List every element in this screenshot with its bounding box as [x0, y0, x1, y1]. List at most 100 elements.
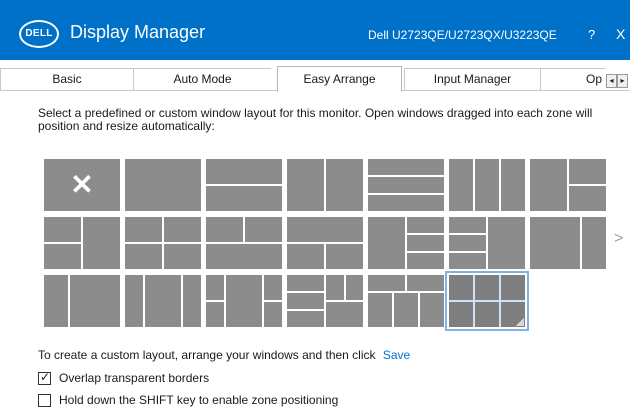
layout-zone: [449, 253, 486, 269]
tab-bar: Basic Auto Mode Easy Arrange Input Manag…: [0, 66, 630, 92]
layout-zone: [44, 217, 81, 242]
layout-zone: [530, 217, 580, 269]
layout-zone: [226, 275, 262, 327]
brand-text: DELL: [25, 28, 53, 39]
title-bar: DELL Display Manager Dell U2723QE/U2723Q…: [0, 0, 630, 60]
layout-left-right-split[interactable]: [530, 159, 606, 211]
layout-zone: [394, 293, 418, 327]
layout-zone: [145, 275, 181, 327]
layout-zone: [368, 195, 444, 211]
layout-zone: [569, 159, 606, 184]
layout-zone: [206, 217, 243, 242]
custom-layout-row: To create a custom layout, arrange your …: [38, 348, 410, 362]
layout-zone: [420, 293, 444, 327]
shift-key-option[interactable]: Hold down the SHIFT key to enable zone p…: [38, 393, 338, 407]
layout-zone: [326, 302, 363, 327]
layout-left-right-three[interactable]: [368, 217, 444, 269]
monitor-model: Dell U2723QE/U2723QX/U3223QE: [368, 28, 557, 42]
layout-zone: [206, 186, 282, 211]
layout-zone: [83, 217, 120, 269]
tab-scroll-left-button[interactable]: ◂: [606, 74, 617, 88]
layout-left-three-right[interactable]: [449, 217, 525, 269]
layout-zone: [287, 311, 324, 327]
layout-zone: [206, 275, 224, 300]
layout-six-grid-selected[interactable]: [445, 271, 529, 331]
shift-key-label: Hold down the SHIFT key to enable zone p…: [59, 393, 339, 407]
layout-zone: [407, 235, 444, 251]
layout-narrow-wide-narrow[interactable]: [125, 275, 201, 327]
layout-mixed-grid[interactable]: [287, 275, 363, 327]
layout-top-split-bottom[interactable]: [206, 217, 282, 269]
close-button[interactable]: X: [616, 26, 625, 42]
layout-zone: [449, 235, 486, 251]
dell-logo-icon: DELL: [19, 20, 59, 48]
layout-zone: [449, 275, 473, 300]
layout-zone: [264, 275, 282, 300]
overlap-borders-option[interactable]: ✓ Overlap transparent borders: [38, 369, 210, 385]
layout-zone: [407, 253, 444, 269]
layout-zone: [530, 159, 567, 211]
layout-wide-left-narrow-right[interactable]: [530, 217, 606, 269]
layout-zone: [326, 159, 363, 211]
layout-zone: [164, 217, 201, 242]
layout-zone: [475, 302, 499, 327]
layout-three-columns[interactable]: [449, 159, 525, 211]
help-button[interactable]: ?: [588, 27, 595, 42]
layout-zone: [326, 275, 344, 300]
layout-two-rows[interactable]: [206, 159, 282, 211]
layout-grid: ✕: [40, 153, 606, 333]
layout-zone: [264, 302, 282, 327]
overlap-borders-label: Overlap transparent borders: [59, 371, 210, 385]
layout-three-rows[interactable]: [368, 159, 444, 211]
app-title: Display Manager: [70, 22, 206, 42]
layout-zone: [287, 293, 324, 309]
layout-zone: [245, 217, 282, 242]
close-x-icon: ✕: [70, 169, 94, 200]
layout-single[interactable]: [125, 159, 201, 211]
layout-zone: [206, 244, 282, 269]
layout-top-bottom-split[interactable]: [287, 217, 363, 269]
tab-options[interactable]: Op: [540, 68, 606, 90]
checkmark-icon: ✓: [40, 369, 51, 384]
save-link[interactable]: Save: [383, 348, 410, 362]
layout-zone: [368, 275, 405, 291]
resize-grip-icon: [516, 318, 524, 326]
layout-zone: [125, 217, 162, 242]
tab-scroll-right-button[interactable]: ▸: [617, 74, 628, 88]
layout-narrow-left-wide-right[interactable]: [44, 275, 120, 327]
tab-basic[interactable]: Basic: [0, 68, 133, 90]
layout-zone: [475, 275, 499, 300]
layout-zone: [407, 217, 444, 233]
tab-easy-arrange[interactable]: Easy Arrange: [277, 66, 402, 92]
layout-none[interactable]: ✕: [44, 159, 120, 211]
shift-key-checkbox[interactable]: [38, 393, 51, 407]
layout-split-wide-split[interactable]: [206, 275, 282, 327]
layout-zone: [70, 275, 120, 327]
layout-top-two-bottom-three[interactable]: [368, 275, 444, 327]
layout-zone: [183, 275, 201, 327]
layout-left-split-right[interactable]: [44, 217, 120, 269]
layout-zone: [206, 302, 224, 327]
layout-zone: [449, 159, 473, 211]
layout-zone: [501, 275, 525, 300]
layout-zone: [501, 159, 525, 211]
layout-zone: [125, 244, 162, 269]
layout-zone: [368, 159, 444, 175]
layout-four-quadrants[interactable]: [125, 217, 201, 269]
layout-zone: [287, 275, 324, 291]
layout-zone: [206, 159, 282, 184]
tab-auto-mode[interactable]: Auto Mode: [133, 68, 271, 90]
layout-zone: [287, 244, 324, 269]
tab-input-manager[interactable]: Input Manager: [404, 68, 540, 90]
layout-zone: [407, 275, 444, 291]
next-page-arrow-icon[interactable]: >: [614, 230, 623, 248]
layout-zone: [164, 244, 201, 269]
layout-zone: [569, 186, 606, 211]
layout-zone: [125, 159, 201, 211]
layout-zone: [449, 302, 473, 327]
layout-zone: [449, 217, 486, 233]
layout-two-columns[interactable]: [287, 159, 363, 211]
layout-zone: [346, 275, 363, 300]
overlap-borders-checkbox[interactable]: ✓: [38, 369, 51, 385]
layout-zone: [488, 217, 525, 269]
